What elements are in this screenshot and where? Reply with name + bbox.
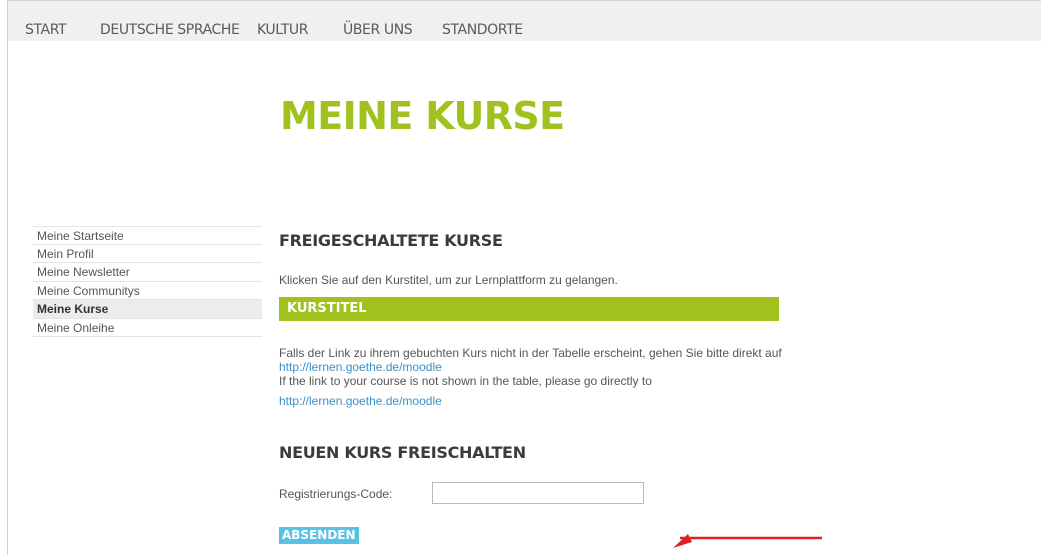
registration-code-label: Registrierungs-Code: xyxy=(279,487,393,501)
submit-button[interactable]: ABSENDEN xyxy=(279,527,359,544)
sidebar: Meine Startseite Mein Profil Meine Newsl… xyxy=(33,226,262,337)
sidebar-item-startseite[interactable]: Meine Startseite xyxy=(33,226,262,245)
unlocked-courses-heading: FREIGESCHALTETE KURSE xyxy=(279,231,503,250)
column-header-kurstitel: KURSTITEL xyxy=(287,301,367,316)
nav-standorte[interactable]: STANDORTE xyxy=(442,22,523,38)
sidebar-item-communitys[interactable]: Meine Communitys xyxy=(33,282,262,300)
nav-ueber-uns[interactable]: ÜBER UNS xyxy=(343,22,413,38)
top-navigation: START DEUTSCHE SPRACHE KULTUR ÜBER UNS S… xyxy=(8,1,1041,41)
nav-deutsche-sprache[interactable]: DEUTSCHE SPRACHE xyxy=(100,22,240,38)
sidebar-item-kurse[interactable]: Meine Kurse xyxy=(33,300,262,319)
sidebar-item-newsletter[interactable]: Meine Newsletter xyxy=(33,263,262,282)
note-german: Falls der Link zu ihrem gebuchten Kurs n… xyxy=(279,346,782,360)
unlocked-courses-intro: Klicken Sie auf den Kurstitel, um zur Le… xyxy=(279,273,618,287)
course-table-header: KURSTITEL xyxy=(279,297,779,321)
new-course-heading: NEUEN KURS FREISCHALTEN xyxy=(279,443,526,462)
moodle-link-1[interactable]: http://lernen.goethe.de/moodle xyxy=(279,360,442,374)
page-title: MEINE KURSE xyxy=(280,94,565,138)
nav-kultur[interactable]: KULTUR xyxy=(257,22,308,38)
registration-code-input[interactable] xyxy=(432,482,644,504)
note-english: If the link to your course is not shown … xyxy=(279,374,652,388)
sidebar-item-profil[interactable]: Mein Profil xyxy=(33,245,262,263)
sidebar-item-onleihe[interactable]: Meine Onleihe xyxy=(33,319,262,337)
moodle-link-2[interactable]: http://lernen.goethe.de/moodle xyxy=(279,394,442,408)
nav-start[interactable]: START xyxy=(25,22,67,38)
frame-border-left xyxy=(7,0,8,555)
red-arrow-icon xyxy=(640,534,840,555)
